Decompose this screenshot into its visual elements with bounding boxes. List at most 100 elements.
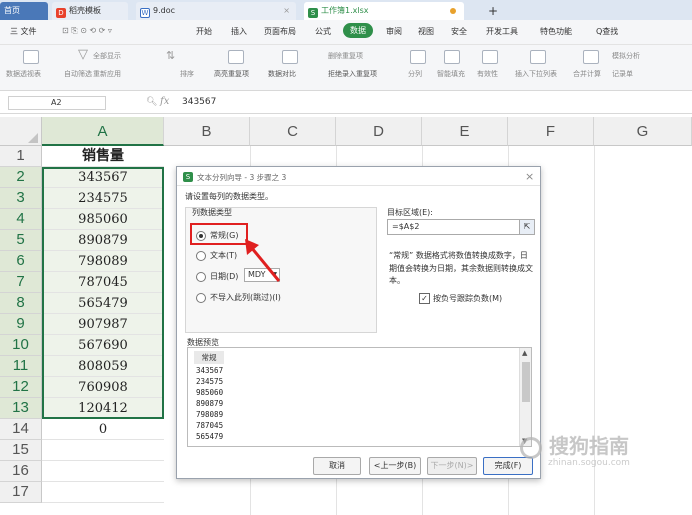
row-header[interactable]: 17 (0, 482, 42, 503)
menu-item-page-layout[interactable]: 页面布局 (264, 26, 296, 37)
ribbon-show-all[interactable]: 全部显示 (93, 51, 121, 61)
ribbon-insert-dropdown[interactable]: 插入下拉列表 (515, 69, 557, 79)
menu-item-security[interactable]: 安全 (451, 26, 467, 37)
ribbon-what-if[interactable]: 模拟分析 (612, 51, 640, 61)
ribbon-data-compare[interactable]: 数据对比 (268, 69, 296, 79)
option-text-label: 文本(T) (210, 251, 238, 260)
scroll-thumb[interactable] (522, 362, 530, 402)
menu-item-start[interactable]: 开始 (196, 26, 212, 37)
preview-row: 343567 (196, 366, 224, 375)
radio-date[interactable] (196, 272, 206, 282)
cell-a14[interactable]: 0 (42, 419, 164, 440)
row-header[interactable]: 2 (0, 167, 42, 188)
cancel-button[interactable]: 取消 (313, 457, 361, 475)
divider (177, 185, 540, 186)
preview-row: 985060 (196, 388, 224, 397)
col-header-f[interactable]: F (508, 117, 594, 146)
row-header[interactable]: 10 (0, 335, 42, 356)
row-header[interactable]: 9 (0, 314, 42, 335)
row-header[interactable]: 11 (0, 356, 42, 377)
row-header[interactable]: 1 (0, 146, 42, 167)
target-range-input[interactable]: =$A$2 ⇱ (387, 219, 535, 235)
ribbon-validity[interactable]: 有效性 (477, 69, 498, 79)
ribbon-sort[interactable]: 排序 (180, 69, 194, 79)
row-header[interactable]: 8 (0, 293, 42, 314)
select-all-corner[interactable] (0, 117, 42, 146)
ribbon-split-column[interactable]: 分列 (408, 69, 422, 79)
description-line-2: 期值会转换为日期，其余数据则转换成文 (389, 264, 533, 273)
ribbon-consolidate[interactable]: 合并计算 (573, 69, 601, 79)
col-header-g[interactable]: G (594, 117, 692, 146)
menu-item-developer[interactable]: 开发工具 (486, 26, 518, 37)
row-header[interactable]: 7 (0, 272, 42, 293)
menu-search[interactable]: Q查找 (596, 26, 618, 37)
tab-workbook[interactable]: S 工作簿1.xlsx (304, 2, 464, 20)
new-tab-button[interactable]: + (484, 2, 504, 20)
data-preview[interactable]: 常规 343567 234575 985060 890879 798089 78… (187, 347, 532, 447)
row-header[interactable]: 12 (0, 377, 42, 398)
cell-a15[interactable] (42, 440, 164, 461)
close-icon[interactable]: × (525, 170, 534, 183)
preview-row: 890879 (196, 399, 224, 408)
tab-doc[interactable]: W 9.doc × (136, 2, 296, 20)
col-header-d[interactable]: D (336, 117, 422, 146)
range-picker-icon[interactable]: ⇱ (519, 220, 534, 234)
back-button[interactable]: <上一步(B) (369, 457, 421, 475)
next-button[interactable]: 下一步(N)> (427, 457, 477, 475)
name-box[interactable]: A2 (8, 96, 106, 110)
row-header[interactable]: 3 (0, 188, 42, 209)
row-header[interactable]: 16 (0, 461, 42, 482)
menu-item-features[interactable]: 特色功能 (540, 26, 572, 37)
scroll-up-icon[interactable]: ▲ (522, 349, 527, 357)
row-header[interactable]: 13 (0, 398, 42, 419)
selection-range (42, 167, 164, 419)
ribbon-record-form[interactable]: 记录单 (612, 69, 633, 79)
formula-input[interactable]: 343567 (182, 97, 216, 107)
validity-icon (482, 50, 498, 64)
ribbon-reapply[interactable]: 重新应用 (93, 69, 121, 79)
filter-icon: ▽ (78, 47, 88, 62)
row-header[interactable]: 5 (0, 230, 42, 251)
col-header-e[interactable]: E (422, 117, 508, 146)
menu-item-view[interactable]: 视图 (418, 26, 434, 37)
dropdown-list-icon (530, 50, 546, 64)
row-header[interactable]: 6 (0, 251, 42, 272)
menu-item-data[interactable]: 数据 (343, 23, 373, 38)
row-header[interactable]: 15 (0, 440, 42, 461)
ribbon-smart-fill[interactable]: 智能填充 (437, 69, 465, 79)
col-header-c[interactable]: C (250, 117, 336, 146)
menu-item-review[interactable]: 审阅 (386, 26, 402, 37)
radio-text[interactable] (196, 251, 206, 261)
col-header-a[interactable]: A (42, 117, 164, 146)
zoom-icon[interactable]: 🔍︎ (146, 97, 157, 107)
cell-a16[interactable] (42, 461, 164, 482)
ribbon-auto-filter[interactable]: 自动筛选 (64, 69, 92, 79)
text-to-columns-dialog: S 文本分列向导 - 3 步骤之 3 × 请设置每列的数据类型。 列数据类型 常… (176, 166, 541, 479)
cell-a17[interactable] (42, 482, 164, 503)
cell-a1[interactable]: 销售量 (42, 146, 164, 167)
menu-item-insert[interactable]: 插入 (231, 26, 247, 37)
menu-file[interactable]: 三 文件 (10, 26, 37, 37)
highlight-duplicates-icon (228, 50, 244, 64)
red-arrow-annotation (245, 239, 281, 282)
ribbon-remove-duplicates[interactable]: 删除重复项 (328, 51, 363, 61)
preview-column-header: 常规 (194, 351, 224, 364)
col-header-b[interactable]: B (164, 117, 250, 146)
docer-icon: D (56, 8, 66, 18)
row-header[interactable]: 14 (0, 419, 42, 440)
radio-skip[interactable] (196, 293, 206, 303)
ribbon-highlight-duplicates[interactable]: 高亮重复项 (214, 69, 249, 79)
ribbon-reject-duplicates[interactable]: 拒绝录入重复项 (328, 69, 377, 79)
sogou-logo-icon (520, 436, 542, 459)
fx-icon[interactable]: fx (160, 96, 169, 107)
close-icon[interactable]: × (283, 2, 290, 20)
description-line-3: 本。 (389, 276, 405, 285)
negative-checkbox[interactable]: ✓ (419, 293, 430, 304)
menu-item-formula[interactable]: 公式 (315, 26, 331, 37)
tab-docer[interactable]: D 稻壳模板 (52, 2, 128, 20)
tab-home[interactable]: 首页 (0, 2, 48, 20)
row-header[interactable]: 4 (0, 209, 42, 230)
ribbon-pivot-table[interactable]: 数据透视表 (6, 69, 41, 79)
finish-button[interactable]: 完成(F) (483, 457, 533, 475)
option-skip-label: 不导入此列(跳过)(I) (210, 293, 281, 302)
